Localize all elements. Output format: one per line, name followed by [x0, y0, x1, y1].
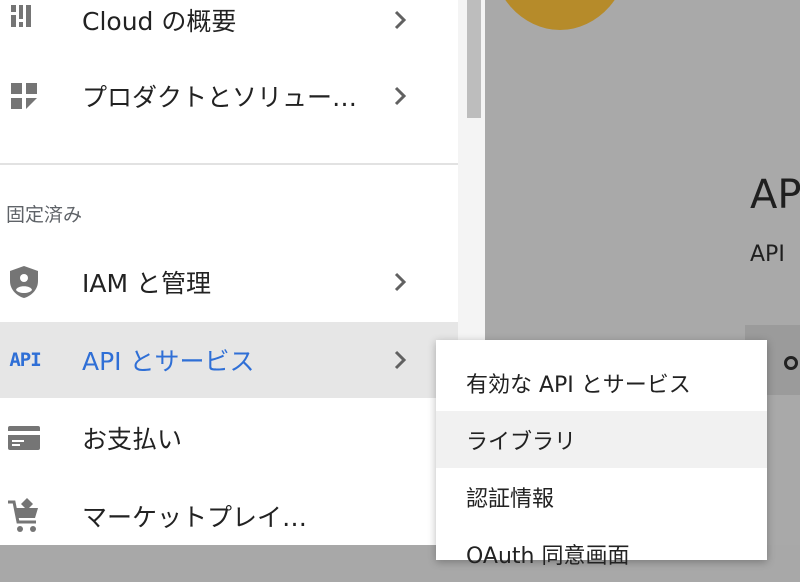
chevron-right-icon — [394, 272, 407, 292]
divider — [0, 163, 458, 165]
nav-item-cloud-overview[interactable]: Cloud の概要 — [0, 0, 458, 58]
submenu-item-label: 認証情報 — [466, 486, 555, 512]
api-services-submenu: 有効な API とサービス ライブラリ 認証情報 OAuth 同意画面 — [436, 340, 767, 569]
section-label-pinned: 固定済み — [6, 204, 83, 226]
nav-item-label: お支払い — [82, 425, 183, 454]
nav-item-label: API とサービス — [82, 347, 255, 376]
api-icon: API — [9, 349, 41, 371]
page-title: AP — [750, 172, 800, 218]
submenu-item-oauth-consent[interactable]: OAuth 同意画面 — [436, 525, 767, 582]
chevron-right-icon — [394, 350, 407, 370]
credit-card-icon — [6, 420, 42, 456]
shield-person-icon — [6, 264, 42, 300]
nav-item-products[interactable]: プロダクトとソリュー… — [0, 58, 458, 134]
nav-item-label: IAM と管理 — [82, 269, 211, 298]
submenu-item-credentials[interactable]: 認証情報 — [436, 468, 767, 525]
nav-item-iam[interactable]: IAM と管理 — [0, 244, 458, 320]
chevron-right-icon — [394, 10, 407, 30]
page-subtitle: API — [750, 242, 785, 267]
submenu-item-label: OAuth 同意画面 — [466, 543, 630, 569]
dashboard-icon — [6, 2, 42, 38]
nav-item-label: プロダクトとソリュー… — [82, 83, 358, 112]
submenu-item-enabled-apis[interactable]: 有効な API とサービス — [436, 354, 767, 411]
nav-item-marketplace[interactable]: マーケットプレイ… — [0, 478, 458, 554]
scrollbar-thumb[interactable] — [467, 0, 481, 118]
nav-item-label: Cloud の概要 — [82, 7, 237, 36]
products-grid-icon — [6, 78, 42, 114]
nav-item-label: マーケットプレイ… — [82, 503, 308, 532]
search-icon — [784, 356, 798, 370]
chevron-right-icon — [394, 86, 407, 106]
nav-item-api-services[interactable]: API API とサービス — [0, 322, 458, 398]
marketplace-cart-icon — [6, 498, 42, 534]
navigation-drawer: Cloud の概要 プロダクトとソリュー… 固定済み IAM と管理 API A… — [0, 0, 458, 545]
nav-item-billing[interactable]: お支払い — [0, 400, 458, 476]
submenu-item-library[interactable]: ライブラリ — [436, 411, 767, 468]
submenu-item-label: ライブラリ — [466, 429, 577, 455]
submenu-item-label: 有効な API とサービス — [466, 372, 691, 398]
